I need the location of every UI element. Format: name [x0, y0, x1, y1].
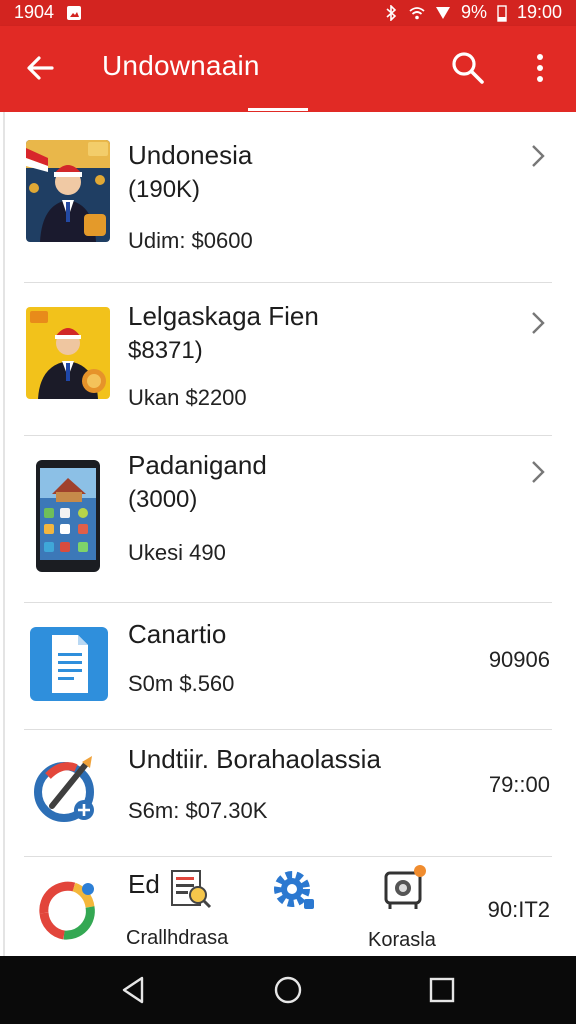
- list-item[interactable]: Undtiir. Borahaolassia S6m: $07.30K 79::…: [0, 730, 576, 857]
- item-title: Padanigand: [128, 450, 267, 480]
- signal-icon: [435, 6, 450, 19]
- wifi-icon: [409, 6, 425, 19]
- status-bar: 1904 9% 19:00: [0, 0, 576, 26]
- home-circle-icon[interactable]: [272, 974, 304, 1006]
- item-price: S0m $.560: [128, 671, 235, 696]
- chevron-right-icon[interactable]: [528, 309, 548, 337]
- item-list: Undonesia (190K) Udim: $0600 Lelgaskaga …: [0, 112, 576, 956]
- list-item[interactable]: Padanigand (3000) Ukesi 490: [0, 436, 576, 603]
- battery-icon: [497, 4, 507, 22]
- item-label: Korasla: [368, 929, 436, 951]
- chevron-right-icon[interactable]: [528, 458, 548, 486]
- item-title: Canartio: [128, 619, 227, 649]
- thumbnail-portrait: [26, 307, 110, 399]
- item-price: Udim: $0600: [128, 228, 253, 253]
- tab-indicator: [248, 108, 308, 111]
- gear-icon: [274, 871, 314, 909]
- item-subtitle: $8371): [128, 337, 203, 364]
- more-vert-icon[interactable]: [526, 50, 554, 86]
- list-edge: [3, 112, 5, 956]
- document-icon: [30, 627, 108, 701]
- sync-icon: [39, 881, 95, 940]
- document-search-icon: [171, 870, 212, 909]
- bluetooth-icon: [386, 4, 397, 21]
- item-value: 90:IT2: [487, 897, 550, 922]
- camera-icon: [384, 865, 426, 909]
- brush-icon: [34, 756, 94, 822]
- item-price: Crallhdrasa: [126, 927, 229, 949]
- list-item[interactable]: Ed Crallhdrasa Korasla 90:IT2: [0, 857, 576, 956]
- thumbnail-phone: [36, 460, 100, 572]
- item-subtitle: (190K): [128, 176, 201, 203]
- item-title: Lelgaskaga Fien: [128, 301, 319, 331]
- list-item[interactable]: Canartio S0m $.560 90906: [0, 603, 576, 730]
- item-value: 79::00: [488, 772, 550, 797]
- item-title: Undtiir. Borahaolassia: [128, 744, 381, 774]
- list-item[interactable]: Undonesia (190K) Udim: $0600: [0, 112, 576, 283]
- navigation-bar: [0, 956, 576, 1024]
- item-price: Ukesi 490: [128, 540, 226, 565]
- thumbnail-portrait: [26, 140, 110, 242]
- status-time: 19:00: [516, 2, 562, 22]
- search-icon[interactable]: [448, 48, 488, 88]
- item-title: Undonesia: [128, 140, 253, 170]
- back-triangle-icon[interactable]: [118, 974, 150, 1006]
- page-title: Undownaain: [102, 50, 260, 81]
- chevron-right-icon[interactable]: [528, 142, 548, 170]
- list-item[interactable]: Lelgaskaga Fien $8371) Ukan $2200: [0, 283, 576, 436]
- photo-icon: [67, 5, 82, 20]
- item-subtitle: (3000): [128, 486, 198, 513]
- item-title: Ed: [128, 869, 160, 899]
- recents-square-icon[interactable]: [426, 974, 458, 1006]
- item-price: Ukan $2200: [128, 385, 247, 410]
- battery-percent: 9%: [460, 2, 487, 22]
- arrow-left-icon[interactable]: [22, 50, 58, 86]
- app-bar: Undownaain: [0, 26, 576, 112]
- status-left-time: 1904: [14, 2, 55, 22]
- item-price: S6m: $07.30K: [128, 798, 268, 823]
- item-value: 90906: [488, 647, 550, 672]
